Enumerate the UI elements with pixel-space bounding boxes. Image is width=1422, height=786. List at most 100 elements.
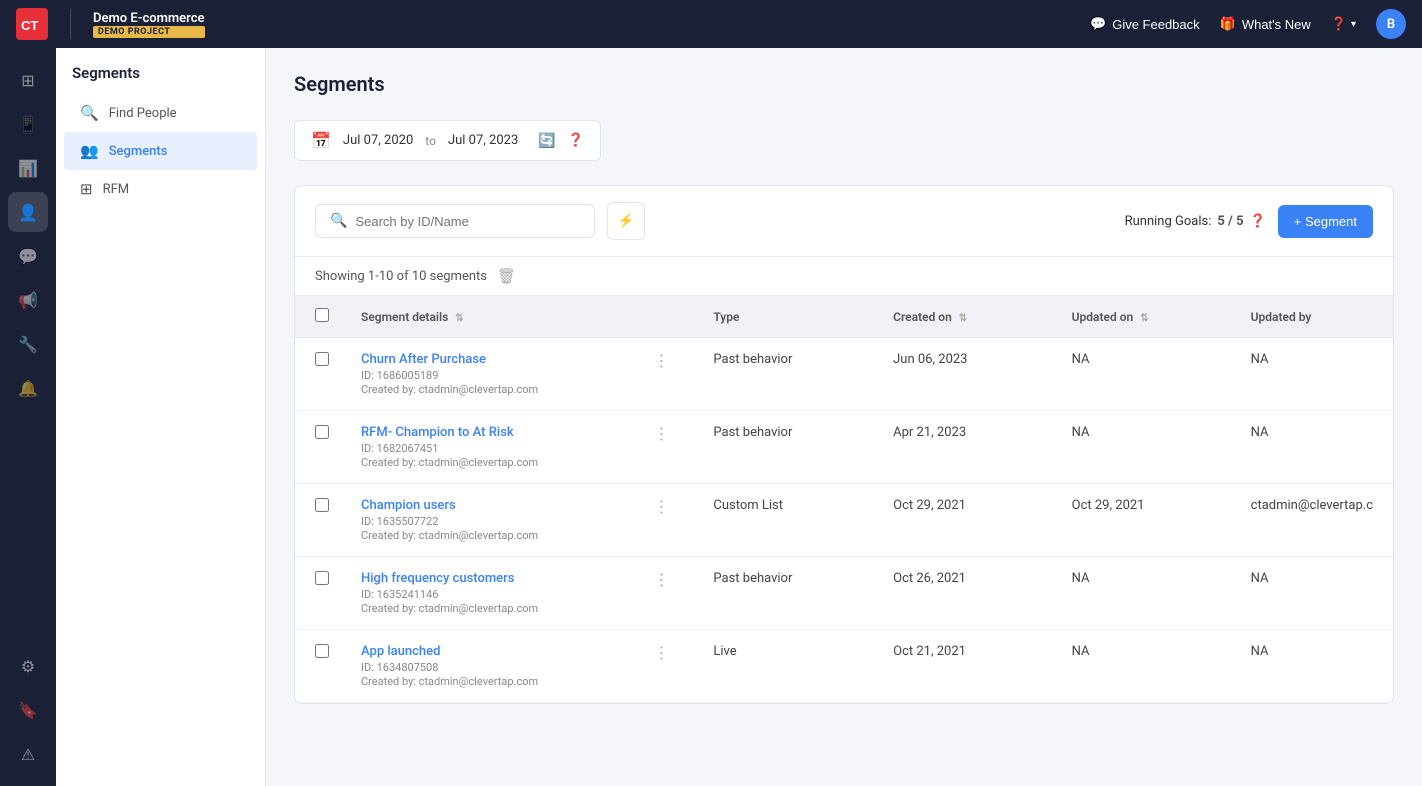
icon-bar-notifications[interactable]: 🔔 bbox=[8, 368, 48, 408]
row-checkbox-3[interactable] bbox=[315, 571, 329, 585]
row-updatedby-cell-0: NA bbox=[1231, 338, 1393, 411]
icon-bar-campaigns[interactable]: 📢 bbox=[8, 280, 48, 320]
refresh-icon[interactable]: 🔄 bbox=[538, 133, 555, 149]
clevertap-logo-icon: CT bbox=[16, 8, 48, 40]
segment-id-4: ID: 1634807508 bbox=[361, 661, 641, 674]
row-type-3: Past behavior bbox=[713, 571, 792, 586]
give-feedback-button[interactable]: 💬 Give Feedback bbox=[1090, 16, 1200, 32]
icon-bar-bookmark[interactable]: 🔖 bbox=[8, 690, 48, 730]
row-updated-cell-4: NA bbox=[1052, 630, 1231, 703]
icon-bar-messages[interactable]: 💬 bbox=[8, 236, 48, 276]
segment-creator-1: Created by: ctadmin@clevertap.com bbox=[361, 456, 641, 469]
icon-bar-bottom: ⚙ 🔖 ⚠ bbox=[8, 646, 48, 774]
th-created-on[interactable]: Created on ⇅ bbox=[873, 296, 1052, 338]
row-checkbox-cell bbox=[295, 557, 341, 630]
row-details-cell-2: Champion users ID: 1635507722 Created by… bbox=[341, 484, 693, 557]
row-checkbox-1[interactable] bbox=[315, 425, 329, 439]
row-more-button-2[interactable]: ⋮ bbox=[649, 498, 673, 518]
user-avatar[interactable]: B bbox=[1376, 9, 1406, 39]
row-created-4: Oct 21, 2021 bbox=[893, 644, 966, 659]
select-all-checkbox[interactable] bbox=[315, 308, 329, 322]
add-segment-label: + Segment bbox=[1294, 214, 1357, 229]
row-created-cell-2: Oct 29, 2021 bbox=[873, 484, 1052, 557]
row-checkbox-cell bbox=[295, 630, 341, 703]
th-type-label: Type bbox=[713, 310, 739, 324]
project-name: Demo E-commerce bbox=[93, 11, 205, 26]
top-nav-right: 💬 Give Feedback 🎁 What's New ❓ ▾ B bbox=[1090, 9, 1406, 39]
row-details-cell-1: RFM- Champion to At Risk ID: 1682067451 … bbox=[341, 411, 693, 484]
row-checkbox-cell bbox=[295, 338, 341, 411]
row-updatedby-2: ctadmin@clevertap.c bbox=[1251, 498, 1373, 513]
th-segment-details[interactable]: Segment details ⇅ bbox=[341, 296, 693, 338]
help-button[interactable]: ❓ ▾ bbox=[1331, 17, 1356, 32]
date-help-icon[interactable]: ❓ bbox=[568, 133, 584, 148]
whats-new-button[interactable]: 🎁 What's New bbox=[1220, 16, 1311, 32]
row-more-button-3[interactable]: ⋮ bbox=[649, 571, 673, 591]
row-more-button-4[interactable]: ⋮ bbox=[649, 644, 673, 664]
search-input[interactable] bbox=[355, 214, 580, 229]
sidebar: Segments 🔍 Find People 👥 Segments ⊞ RFM bbox=[56, 48, 266, 786]
date-from: Jul 07, 2020 bbox=[343, 133, 413, 148]
segment-creator-4: Created by: ctadmin@clevertap.com bbox=[361, 675, 641, 688]
row-more-button-1[interactable]: ⋮ bbox=[649, 425, 673, 445]
segment-id-1: ID: 1682067451 bbox=[361, 442, 641, 455]
icon-bar-settings[interactable]: ⚙ bbox=[8, 646, 48, 686]
table-row: App launched ID: 1634807508 Created by: … bbox=[295, 630, 1393, 703]
segment-id-2: ID: 1635507722 bbox=[361, 515, 641, 528]
svg-text:CT: CT bbox=[21, 18, 38, 33]
row-created-cell-1: Apr 21, 2023 bbox=[873, 411, 1052, 484]
table-row: Champion users ID: 1635507722 Created by… bbox=[295, 484, 1393, 557]
segment-name-0[interactable]: Churn After Purchase bbox=[361, 352, 486, 367]
row-checkbox-2[interactable] bbox=[315, 498, 329, 512]
running-goals: Running Goals: 5 / 5 ❓ bbox=[1125, 214, 1266, 229]
segment-name-4[interactable]: App launched bbox=[361, 644, 440, 659]
row-updated-1: NA bbox=[1072, 425, 1090, 440]
row-updatedby-0: NA bbox=[1251, 352, 1269, 367]
filter-button[interactable]: ⚡ bbox=[607, 202, 645, 240]
filter-icon: ⚡ bbox=[618, 213, 635, 229]
delete-icon[interactable]: 🗑 bbox=[497, 267, 516, 285]
th-updated-on[interactable]: Updated on ⇅ bbox=[1052, 296, 1231, 338]
row-type-cell-0: Past behavior bbox=[693, 338, 873, 411]
segment-name-1[interactable]: RFM- Champion to At Risk bbox=[361, 425, 514, 440]
th-created-on-label: Created on bbox=[893, 310, 952, 324]
segment-info-2: Champion users ID: 1635507722 Created by… bbox=[361, 498, 641, 542]
th-select-all bbox=[295, 296, 341, 338]
row-type-1: Past behavior bbox=[713, 425, 792, 440]
row-updated-cell-3: NA bbox=[1052, 557, 1231, 630]
add-segment-button[interactable]: + Segment bbox=[1278, 205, 1373, 238]
question-circle-icon: ❓ bbox=[1331, 17, 1347, 32]
running-goals-help-icon[interactable]: ❓ bbox=[1250, 214, 1266, 229]
segment-name-2[interactable]: Champion users bbox=[361, 498, 456, 513]
sidebar-item-segments[interactable]: 👥 Segments bbox=[64, 132, 257, 170]
icon-bar-dashboard[interactable]: ⊞ bbox=[8, 60, 48, 100]
showing-count-text: Showing 1-10 of 10 segments bbox=[315, 269, 487, 284]
top-navigation: CT Demo E-commerce DEMO PROJECT 💬 Give F… bbox=[0, 0, 1422, 48]
icon-bar-phone[interactable]: 📱 bbox=[8, 104, 48, 144]
segment-info-0: Churn After Purchase ID: 1686005189 Crea… bbox=[361, 352, 641, 396]
row-type-cell-1: Past behavior bbox=[693, 411, 873, 484]
row-created-cell-0: Jun 06, 2023 bbox=[873, 338, 1052, 411]
sidebar-item-rfm[interactable]: ⊞ RFM bbox=[64, 170, 257, 208]
running-goals-value: 5 / 5 bbox=[1217, 214, 1243, 229]
row-created-1: Apr 21, 2023 bbox=[893, 425, 966, 440]
page-title: Segments bbox=[294, 72, 1394, 96]
icon-bar-warning[interactable]: ⚠ bbox=[8, 734, 48, 774]
icon-bar-analytics[interactable]: 📊 bbox=[8, 148, 48, 188]
segment-details-sort-icon: ⇅ bbox=[455, 313, 463, 324]
th-type: Type bbox=[693, 296, 873, 338]
row-checkbox-4[interactable] bbox=[315, 644, 329, 658]
row-more-button-0[interactable]: ⋮ bbox=[649, 352, 673, 372]
icon-bar-users[interactable]: 👤 bbox=[8, 192, 48, 232]
segment-creator-0: Created by: ctadmin@clevertap.com bbox=[361, 383, 641, 396]
row-checkbox-0[interactable] bbox=[315, 352, 329, 366]
segments-table: Segment details ⇅ Type Created on ⇅ Upda… bbox=[295, 296, 1393, 703]
row-type-0: Past behavior bbox=[713, 352, 792, 367]
segment-name-3[interactable]: High frequency customers bbox=[361, 571, 514, 586]
search-box: 🔍 bbox=[315, 204, 595, 238]
sidebar-item-find-people[interactable]: 🔍 Find People bbox=[64, 94, 257, 132]
find-people-icon: 🔍 bbox=[80, 104, 99, 122]
date-range-bar: 📅 Jul 07, 2020 to Jul 07, 2023 🔄 ❓ bbox=[294, 120, 601, 161]
icon-bar-integrations[interactable]: 🔧 bbox=[8, 324, 48, 364]
row-created-2: Oct 29, 2021 bbox=[893, 498, 966, 513]
